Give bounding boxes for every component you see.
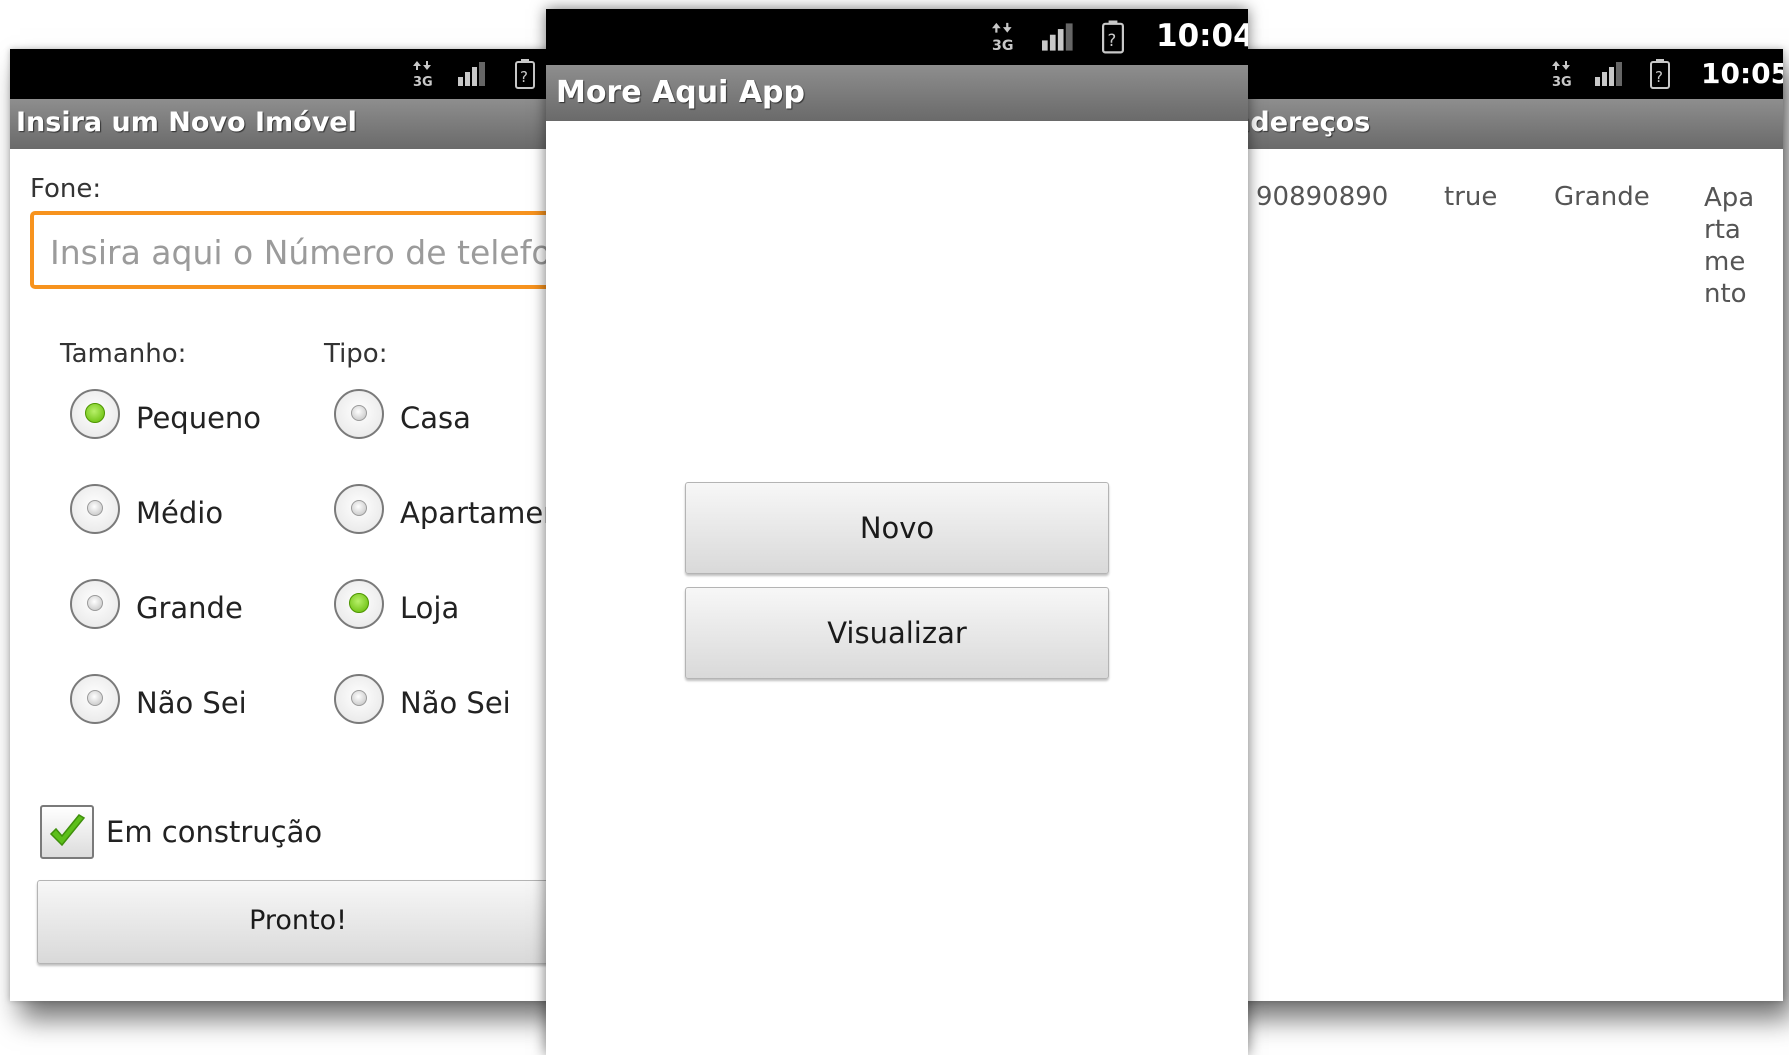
cell-construction: true	[1444, 182, 1498, 212]
view-button-label: Visualizar	[827, 616, 967, 650]
signal-icon	[458, 62, 485, 86]
construction-label: Em construção	[106, 815, 323, 849]
battery-unknown-icon: ?	[1650, 59, 1670, 89]
radio-button[interactable]	[334, 674, 384, 724]
status-bar: 3G ?	[10, 49, 600, 99]
svg-text:?: ?	[520, 68, 528, 86]
type-option-label: Casa	[400, 401, 471, 435]
phone-placeholder: Insira aqui o Número de telefo	[50, 233, 552, 272]
cell-type-line: me	[1704, 247, 1746, 277]
main-title-bar: More Aqui App	[546, 65, 1248, 121]
signal-icon	[1595, 62, 1622, 86]
3g-icon: 3G	[413, 61, 433, 87]
cell-type: Apa rta me nto	[1704, 182, 1754, 310]
phone-label: Fone:	[30, 174, 102, 204]
type-option-label: Não Sei	[400, 686, 511, 720]
form-title-bar: Insira um Novo Imóvel	[10, 99, 600, 149]
radio-button[interactable]	[70, 579, 120, 629]
form-screen: 3G ? Insira um Novo Imóvel Fone: Insira …	[10, 49, 600, 1001]
list-row[interactable]: 90890890 true Grande Apa rta me nto	[1180, 149, 1783, 389]
svg-text:?: ?	[1108, 31, 1117, 50]
signal-icon	[1042, 23, 1073, 51]
svg-text:?: ?	[1655, 68, 1663, 86]
radio-button[interactable]	[334, 579, 384, 629]
view-button[interactable]: Visualizar	[685, 587, 1109, 679]
size-option-label: Médio	[136, 496, 224, 530]
status-bar: 3G ? 10:04	[546, 9, 1248, 65]
battery-unknown-icon: ?	[1102, 20, 1124, 54]
status-bar: 3G ? 10:05	[1180, 49, 1783, 99]
cell-type-line: nto	[1704, 279, 1747, 309]
type-option-label: Apartamen	[400, 496, 562, 530]
3g-icon: 3G	[1552, 61, 1572, 87]
svg-text:3G: 3G	[992, 38, 1014, 53]
radio-button[interactable]	[334, 484, 384, 534]
construction-checkbox[interactable]	[40, 805, 94, 859]
form-title: Insira um Novo Imóvel	[16, 107, 357, 138]
size-label: Tamanho:	[60, 339, 187, 369]
battery-unknown-icon: ?	[515, 59, 535, 89]
size-option-label: Não Sei	[136, 686, 247, 720]
done-button-label: Pronto!	[249, 905, 347, 936]
cell-size: Grande	[1554, 182, 1650, 212]
new-button-label: Novo	[859, 511, 935, 545]
size-option-label: Grande	[136, 591, 243, 625]
cell-type-line: Apa	[1704, 183, 1755, 213]
type-option-label: Loja	[400, 591, 460, 625]
new-button[interactable]: Novo	[685, 482, 1109, 574]
main-screen: 3G ? 10:04 More Aqui App Novo Visualizar	[546, 9, 1248, 1055]
done-button[interactable]: Pronto!	[37, 880, 600, 964]
main-title: More Aqui App	[556, 75, 805, 110]
list-screen: 3G ? 10:05 e Endereços 90890890 true Gra…	[1180, 49, 1783, 1001]
3g-icon: 3G	[992, 22, 1014, 53]
cell-phone: 90890890	[1256, 182, 1389, 212]
clock: 10:05	[1701, 57, 1783, 90]
radio-button[interactable]	[334, 389, 384, 439]
radio-button[interactable]	[70, 674, 120, 724]
radio-button[interactable]	[70, 389, 120, 439]
svg-text:3G: 3G	[413, 75, 433, 87]
svg-text:3G: 3G	[1552, 75, 1572, 87]
phone-input[interactable]: Insira aqui o Número de telefo	[30, 211, 600, 289]
list-title-bar: e Endereços	[1180, 99, 1783, 149]
cell-type-line: rta	[1704, 215, 1741, 245]
size-option-label: Pequeno	[136, 401, 262, 435]
clock: 10:04	[1156, 18, 1248, 54]
check-icon	[49, 814, 86, 847]
type-label: Tipo:	[324, 339, 388, 369]
radio-button[interactable]	[70, 484, 120, 534]
